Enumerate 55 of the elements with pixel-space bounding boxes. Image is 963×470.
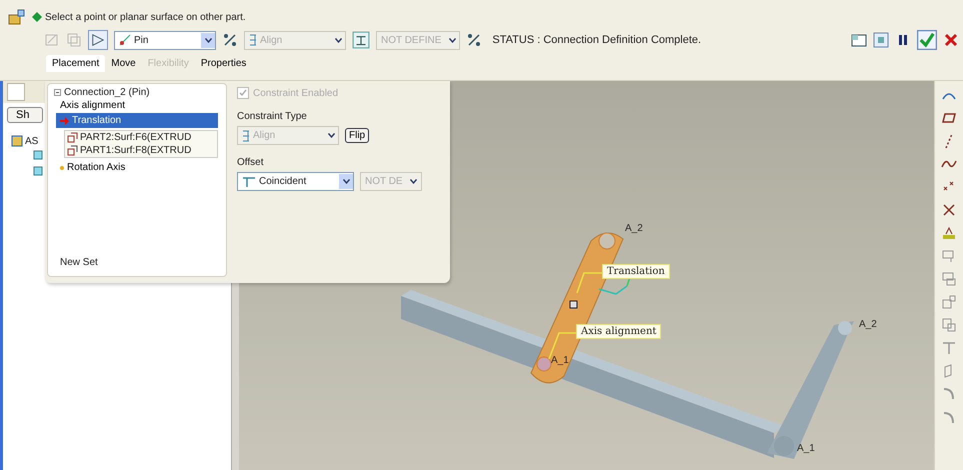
caret-icon <box>204 38 212 42</box>
axis-label: A_2 <box>859 319 877 330</box>
connection-tool-button[interactable] <box>88 30 108 50</box>
surface-reference-icon <box>67 145 78 156</box>
leader-line <box>576 272 602 294</box>
pin-icon <box>119 34 131 46</box>
checkbox-label: Constraint Enabled <box>253 88 338 98</box>
prompt-arrow-icon <box>32 12 42 22</box>
align-icon <box>242 130 250 142</box>
caret-icon <box>342 179 350 184</box>
prompt-message: Select a point or planar surface on other part. <box>45 12 246 22</box>
constraint-item[interactable]: Axis alignment <box>48 98 226 113</box>
copy-icon[interactable] <box>941 317 957 333</box>
point-marker <box>570 300 578 308</box>
axis-label: A_2 <box>625 223 643 234</box>
dot-icon <box>60 166 64 170</box>
axis-label: A_1 <box>551 355 569 366</box>
caret-icon <box>334 38 342 42</box>
window-icon[interactable] <box>851 32 867 48</box>
bend-icon[interactable] <box>941 386 957 402</box>
reference-item[interactable]: PART1:Surf:F8(EXTRUD <box>65 144 217 157</box>
new-set-link[interactable]: New Set <box>60 257 98 268</box>
tab[interactable]: Move <box>105 55 142 72</box>
show-button[interactable]: Sh <box>7 107 43 123</box>
reference-item[interactable]: PART2:Surf:F6(EXTRUD <box>65 131 217 144</box>
status-message: STATUS : Connection Definition Complete. <box>492 34 702 46</box>
constraint-item[interactable]: Rotation Axis <box>48 160 226 175</box>
constraint-item[interactable]: Translation <box>56 113 218 128</box>
assembly-icon[interactable] <box>8 8 26 26</box>
flip-button[interactable]: Flip <box>345 128 370 143</box>
connection-type-dropdown[interactable]: Pin <box>114 30 216 50</box>
field-label: Constraint Type <box>237 111 308 122</box>
arrow-icon <box>60 116 69 124</box>
bend-icon[interactable] <box>941 409 957 425</box>
connection-set-title[interactable]: Connection_2 (Pin) <box>64 87 150 98</box>
caret-icon <box>328 133 334 138</box>
tee-icon[interactable] <box>941 340 957 356</box>
caret-icon <box>448 38 456 42</box>
confirm-icon[interactable] <box>917 30 937 50</box>
caret-icon <box>410 179 418 184</box>
close-icon[interactable] <box>943 32 959 48</box>
offset-dropdown[interactable]: Coincident <box>237 172 354 191</box>
tab[interactable]: Properties <box>194 55 252 72</box>
callout-label: Axis alignment <box>576 324 662 339</box>
component-icon[interactable] <box>941 294 957 310</box>
surface-reference-icon <box>67 132 78 143</box>
callout-label: Translation <box>602 264 670 279</box>
tab[interactable]: Placement <box>46 55 106 72</box>
coincident-icon <box>242 176 256 186</box>
field-label: Offset <box>237 157 264 168</box>
assembly-icon <box>11 135 23 147</box>
collapse-icon[interactable] <box>54 89 61 96</box>
align-icon <box>249 34 257 46</box>
axis-label: A_1 <box>797 443 815 454</box>
tree-item[interactable]: AS <box>25 136 38 146</box>
